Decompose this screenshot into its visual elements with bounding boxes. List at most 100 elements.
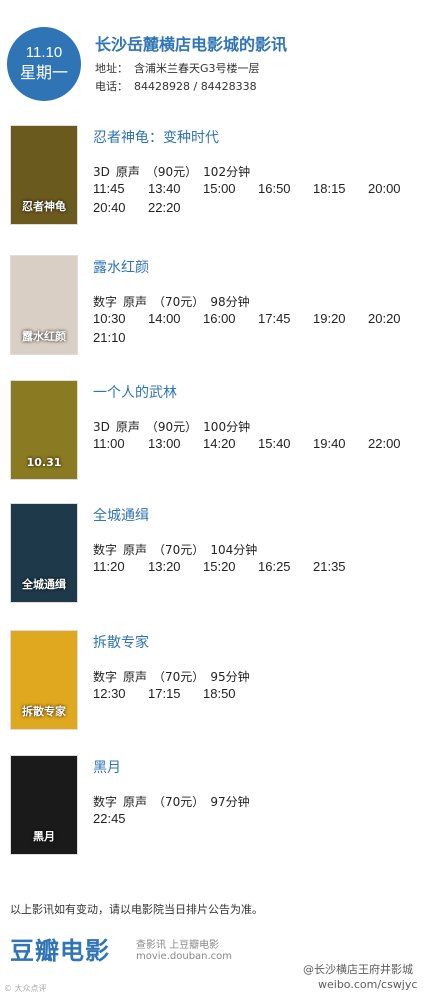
movie-audio: 原声 [123, 670, 148, 684]
showtime[interactable]: 15:00 [203, 180, 258, 197]
movie-price: （70元） [153, 670, 205, 684]
showtime[interactable]: 13:40 [148, 180, 203, 197]
movie-duration: 100分钟 [203, 420, 251, 434]
movie-format: 数字 [93, 670, 118, 684]
showtime[interactable]: 19:20 [313, 310, 368, 327]
showtime[interactable]: 11:20 [93, 558, 148, 575]
poster-title: 露水红颜 [22, 330, 66, 343]
showtime[interactable]: 14:20 [203, 435, 258, 452]
movie-item[interactable]: 拆散专家 拆散专家 数字 原声 （70元） 95分钟 12:30 17:15 18:5… [0, 630, 440, 740]
movie-title[interactable]: 全城通缉 [93, 505, 149, 525]
movie-meta: 数字 原声 （70元） 97分钟 [93, 793, 256, 810]
showtime[interactable]: 10:30 [93, 310, 148, 327]
showtimes: 11:20 13:20 15:20 16:25 21:35 [93, 558, 423, 575]
showtime[interactable]: 20:00 [368, 180, 423, 197]
showtime[interactable]: 22:45 [93, 810, 148, 827]
showtime[interactable]: 13:20 [148, 558, 203, 575]
phone-label: 电话： [95, 80, 128, 93]
brand-links[interactable]: 查影讯 上豆瓣电影 [136, 936, 219, 951]
address-line: 地址： 含浦米兰春天G3号楼一层 [95, 60, 260, 76]
showtime[interactable]: 22:20 [148, 199, 203, 216]
movie-title[interactable]: 一个人的武林 [93, 382, 177, 402]
showtime[interactable]: 16:25 [258, 558, 313, 575]
movie-duration: 104分钟 [210, 543, 258, 557]
poster-title: 忍者神龟 [22, 200, 66, 213]
disclaimer-note: 以上影讯如有变动，请以电影院当日排片公告为准。 [10, 903, 263, 916]
showtimes: 10:30 14:00 16:00 17:45 19:20 20:20 21:1… [93, 310, 423, 346]
movie-title[interactable]: 忍者神龟：变种时代 [93, 127, 219, 147]
showtime[interactable]: 11:00 [93, 435, 148, 452]
movie-price: （90元） [145, 165, 198, 179]
movie-item[interactable]: 黑月 黑月 数字 原声 （70元） 97分钟 22:45 [0, 755, 440, 865]
movie-poster[interactable]: 忍者神龟 [10, 125, 78, 225]
movie-item[interactable]: 忍者神龟 忍者神龟：变种时代 3D 原声 （90元） 102分钟 11:45 13:4… [0, 125, 440, 235]
movie-poster[interactable]: 10.31 [10, 380, 78, 480]
poster-title: 全城通缉 [22, 578, 66, 591]
brand-url[interactable]: movie.douban.com [136, 951, 232, 962]
movie-audio: 原声 [115, 420, 140, 434]
showtimes: 11:00 13:00 14:20 15:40 19:40 22:00 [93, 435, 423, 452]
showtime[interactable]: 11:45 [93, 180, 148, 197]
showtime[interactable]: 22:00 [368, 435, 423, 452]
phone-line: 电话： 84428928 / 84428338 [95, 78, 257, 94]
showtime[interactable]: 17:15 [148, 685, 203, 702]
movie-audio: 原声 [115, 165, 140, 179]
movie-meta: 数字 原声 （70元） 95分钟 [93, 668, 256, 685]
showtime[interactable]: 15:40 [258, 435, 313, 452]
showtime[interactable]: 13:00 [148, 435, 203, 452]
weibo-watermark-url: weibo.com/cswjyc [318, 978, 418, 991]
address-label: 地址： [95, 62, 128, 75]
movie-format: 3D [93, 420, 110, 434]
movie-poster[interactable]: 露水红颜 [10, 255, 78, 355]
showtime[interactable]: 20:20 [368, 310, 423, 327]
movie-meta: 3D 原声 （90元） 100分钟 [93, 418, 256, 435]
movie-poster[interactable]: 黑月 [10, 755, 78, 855]
movie-meta: 3D 原声 （90元） 102分钟 [93, 163, 256, 180]
showtime[interactable]: 21:10 [93, 329, 148, 346]
showtime[interactable]: 18:50 [203, 685, 258, 702]
douban-movie-logo[interactable]: 豆瓣电影 [10, 931, 110, 966]
poster-title: 黑月 [33, 830, 55, 843]
movie-price: （70元） [153, 795, 205, 809]
showtime[interactable]: 16:50 [258, 180, 313, 197]
date-text: 11.10 [25, 44, 63, 61]
movie-title[interactable]: 露水红颜 [93, 257, 149, 277]
movie-format: 3D [93, 165, 110, 179]
movie-duration: 102分钟 [203, 165, 251, 179]
movie-poster[interactable]: 拆散专家 [10, 630, 78, 730]
movie-audio: 原声 [123, 543, 148, 557]
movie-meta: 数字 原声 （70元） 104分钟 [93, 541, 263, 558]
showtime[interactable]: 16:00 [203, 310, 258, 327]
movie-item[interactable]: 露水红颜 露水红颜 数字 原声 （70元） 98分钟 10:30 14:00 16:0… [0, 255, 440, 365]
movie-price: （90元） [145, 420, 198, 434]
showtime[interactable]: 14:00 [148, 310, 203, 327]
movie-price: （70元） [153, 543, 205, 557]
address-value: 含浦米兰春天G3号楼一层 [134, 62, 260, 75]
movie-title[interactable]: 拆散专家 [93, 632, 149, 652]
weibo-watermark: @长沙横店王府井影城 [303, 963, 413, 976]
movie-item[interactable]: 10.31 一个人的武林 3D 原声 （90元） 100分钟 11:00 13:00 … [0, 380, 440, 490]
movie-item[interactable]: 全城通缉 全城通缉 数字 原声 （70元） 104分钟 11:20 13:20 15:… [0, 503, 440, 613]
phone-value: 84428928 / 84428338 [134, 80, 257, 93]
movie-meta: 数字 原声 （70元） 98分钟 [93, 293, 256, 310]
movie-poster[interactable]: 全城通缉 [10, 503, 78, 603]
poster-title: 拆散专家 [22, 705, 66, 718]
showtime[interactable]: 20:40 [93, 199, 148, 216]
showtime[interactable]: 18:15 [313, 180, 368, 197]
movie-format: 数字 [93, 795, 118, 809]
cinema-name: 长沙岳麓横店电影城的影讯 [95, 35, 288, 54]
poster-title: 10.31 [26, 456, 62, 469]
movie-title[interactable]: 黑月 [93, 757, 121, 777]
movie-format: 数字 [93, 295, 118, 309]
date-badge: 11.10 星期一 [7, 27, 81, 101]
movie-price: （70元） [153, 295, 205, 309]
showtime[interactable]: 19:40 [313, 435, 368, 452]
showtime[interactable]: 21:35 [313, 558, 368, 575]
showtimes: 12:30 17:15 18:50 [93, 685, 423, 702]
corner-watermark: © 大众点评 [4, 984, 47, 993]
weekday-text: 星期一 [19, 63, 68, 82]
movie-duration: 97分钟 [210, 795, 250, 809]
showtime[interactable]: 15:20 [203, 558, 258, 575]
showtime[interactable]: 17:45 [258, 310, 313, 327]
showtime[interactable]: 12:30 [93, 685, 148, 702]
